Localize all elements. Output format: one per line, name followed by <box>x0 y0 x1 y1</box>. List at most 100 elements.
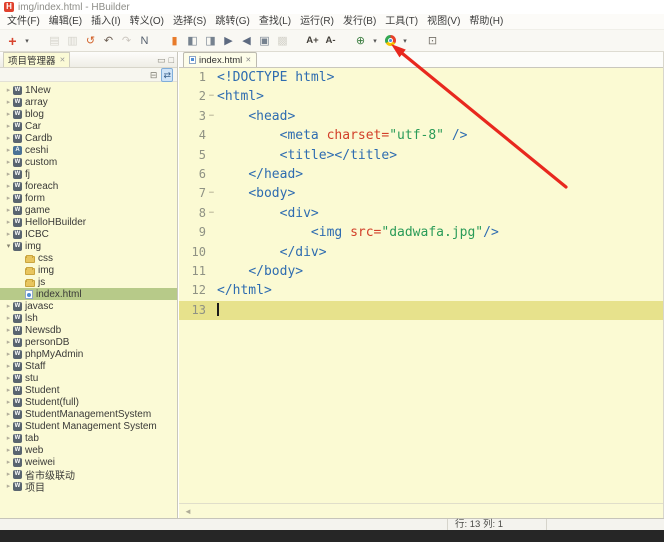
tree-item-phpmyadmin[interactable]: ▸WphpMyAdmin <box>0 348 177 360</box>
font-increase-icon[interactable]: A+ <box>305 33 320 49</box>
jump-back-icon[interactable]: ◀ <box>239 33 254 49</box>
chevron-right-icon[interactable]: ▸ <box>4 314 13 322</box>
code-line-7[interactable]: 7− <body> <box>179 184 663 203</box>
chevron-right-icon[interactable]: ▸ <box>4 98 13 106</box>
tree-item-lsh[interactable]: ▸Wlsh <box>0 312 177 324</box>
chevron-right-icon[interactable]: ▸ <box>4 86 13 94</box>
code-line-9[interactable]: 9 <img src="dadwafa.jpg"/> <box>179 223 663 242</box>
chevron-right-icon[interactable]: ▸ <box>4 470 13 478</box>
tree-item-form[interactable]: ▸Wform <box>0 192 177 204</box>
chevron-right-icon[interactable]: ▸ <box>4 434 13 442</box>
indent-right-icon[interactable]: ◨ <box>203 33 218 49</box>
fold-marker-icon[interactable]: − <box>206 204 217 223</box>
chevron-right-icon[interactable]: ▸ <box>4 146 13 154</box>
chevron-right-icon[interactable]: ▸ <box>4 110 13 118</box>
preview-icon[interactable]: ▣ <box>257 33 272 49</box>
fold-marker-icon[interactable]: − <box>206 87 217 106</box>
menu-item-0[interactable]: 文件(F) <box>3 15 44 29</box>
chevron-right-icon[interactable]: ▸ <box>4 374 13 382</box>
tree-item-car[interactable]: ▸WCar <box>0 120 177 132</box>
tree-item-studentmanagementsystem[interactable]: ▸WStudentManagementSystem <box>0 408 177 420</box>
tree-item-tab[interactable]: ▸Wtab <box>0 432 177 444</box>
new-file-icon[interactable]: + <box>5 33 20 49</box>
tree-item-game[interactable]: ▸Wgame <box>0 204 177 216</box>
code-line-13[interactable]: 13 <box>179 301 663 320</box>
panel-maximize-icon[interactable]: □ <box>169 55 174 65</box>
tree-item-hellohbuilder[interactable]: ▸WHelloHBuilder <box>0 216 177 228</box>
tree-item-stu[interactable]: ▸Wstu <box>0 372 177 384</box>
chevron-right-icon[interactable]: ▸ <box>4 398 13 406</box>
code-line-5[interactable]: 5 <title></title> <box>179 146 663 165</box>
chevron-right-icon[interactable]: ▸ <box>4 446 13 454</box>
menu-item-9[interactable]: 工具(T) <box>381 15 422 29</box>
tree-item-newsdb[interactable]: ▸WNewsdb <box>0 324 177 336</box>
editor-horizontal-scrollbar[interactable]: ◄ <box>179 503 663 518</box>
tree-item-foreach[interactable]: ▸Wforeach <box>0 180 177 192</box>
menu-item-11[interactable]: 帮助(H) <box>465 15 507 29</box>
chevron-right-icon[interactable]: ▸ <box>4 158 13 166</box>
tab-index-html[interactable]: index.html ✕ <box>183 52 257 67</box>
menu-item-1[interactable]: 编辑(E) <box>45 15 86 29</box>
fold-marker-icon[interactable]: − <box>206 107 217 126</box>
tree-item-img[interactable]: ▾Wimg <box>0 240 177 252</box>
run-chrome-dropdown-icon[interactable]: ▾ <box>401 33 409 49</box>
tree-item-项目[interactable]: ▸W项目 <box>0 480 177 492</box>
run-browser-icon[interactable]: ⊕ <box>353 33 368 49</box>
scroll-left-icon[interactable]: ◄ <box>184 507 192 516</box>
chevron-right-icon[interactable]: ▸ <box>4 302 13 310</box>
code-line-8[interactable]: 8− <div> <box>179 204 663 223</box>
tree-item-javasc[interactable]: ▸Wjavasc <box>0 300 177 312</box>
tree-item-student-management-system[interactable]: ▸WStudent Management System <box>0 420 177 432</box>
chevron-right-icon[interactable]: ▸ <box>4 458 13 466</box>
code-editor[interactable]: 1<!DOCTYPE html>2−<html>3− <head>4 <meta… <box>179 68 663 503</box>
menu-item-5[interactable]: 跳转(G) <box>211 15 253 29</box>
indent-left-icon[interactable]: ◧ <box>185 33 200 49</box>
tree-item-cardb[interactable]: ▸WCardb <box>0 132 177 144</box>
chevron-right-icon[interactable]: ▸ <box>4 482 13 490</box>
code-line-1[interactable]: 1<!DOCTYPE html> <box>179 68 663 87</box>
jump-forward-icon[interactable]: ▶ <box>221 33 236 49</box>
chevron-right-icon[interactable]: ▸ <box>4 350 13 358</box>
chevron-right-icon[interactable]: ▸ <box>4 362 13 370</box>
tree-item-staff[interactable]: ▸WStaff <box>0 360 177 372</box>
tree-item-css[interactable]: css <box>0 252 177 264</box>
menu-item-4[interactable]: 选择(S) <box>169 15 210 29</box>
chevron-right-icon[interactable]: ▸ <box>4 170 13 178</box>
code-line-4[interactable]: 4 <meta charset="utf-8" /> <box>179 126 663 145</box>
menu-item-3[interactable]: 转义(O) <box>126 15 168 29</box>
menu-item-10[interactable]: 视图(V) <box>423 15 464 29</box>
menu-item-7[interactable]: 运行(R) <box>296 15 338 29</box>
run-chrome-icon[interactable] <box>383 33 398 49</box>
tree-item-js[interactable]: js <box>0 276 177 288</box>
code-line-2[interactable]: 2−<html> <box>179 87 663 106</box>
revert-icon[interactable]: ↺ <box>83 33 98 49</box>
bookmark-icon[interactable]: ▮ <box>167 33 182 49</box>
tree-item-blog[interactable]: ▸Wblog <box>0 108 177 120</box>
run-browser-dropdown-icon[interactable]: ▾ <box>371 33 379 49</box>
chevron-right-icon[interactable]: ▸ <box>4 230 13 238</box>
tree-item-array[interactable]: ▸Warray <box>0 96 177 108</box>
code-line-11[interactable]: 11 </body> <box>179 262 663 281</box>
menu-item-2[interactable]: 插入(I) <box>87 15 124 29</box>
tab-project-manager[interactable]: 项目管理器 ✕ <box>3 52 70 67</box>
new-file-dropdown-icon[interactable]: ▾ <box>23 33 31 49</box>
tree-item-ceshi[interactable]: ▸Aceshi <box>0 144 177 156</box>
code-line-6[interactable]: 6 </head> <box>179 165 663 184</box>
tree-item-custom[interactable]: ▸Wcustom <box>0 156 177 168</box>
chevron-right-icon[interactable]: ▸ <box>4 422 13 430</box>
tree-item-fj[interactable]: ▸Wfj <box>0 168 177 180</box>
tree-item-index-html[interactable]: index.html <box>0 288 177 300</box>
code-line-3[interactable]: 3− <head> <box>179 107 663 126</box>
chevron-right-icon[interactable]: ▸ <box>4 218 13 226</box>
chevron-right-icon[interactable]: ▸ <box>4 338 13 346</box>
font-decrease-icon[interactable]: A- <box>323 33 338 49</box>
chevron-right-icon[interactable]: ▸ <box>4 122 13 130</box>
tree-item-student-full-[interactable]: ▸WStudent(full) <box>0 396 177 408</box>
tree-item-1new[interactable]: ▸W1New <box>0 84 177 96</box>
chevron-right-icon[interactable]: ▸ <box>4 134 13 142</box>
tree-item-img[interactable]: img <box>0 264 177 276</box>
line-wrap-icon[interactable]: N <box>137 33 152 49</box>
tree-item-persondb[interactable]: ▸WpersonDB <box>0 336 177 348</box>
collapse-all-icon[interactable]: ⊟ <box>150 69 158 81</box>
chevron-right-icon[interactable]: ▸ <box>4 410 13 418</box>
